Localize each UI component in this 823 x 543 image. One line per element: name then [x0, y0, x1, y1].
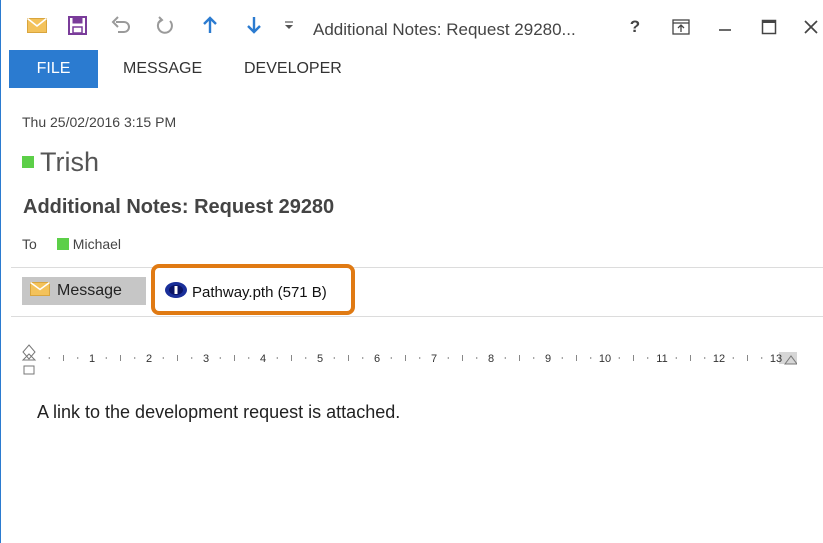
minimize-icon[interactable] [713, 16, 737, 38]
message-body[interactable]: A link to the development request is att… [37, 402, 400, 423]
ruler[interactable]: 1 2 3 4 5 6 7 8 9 10 11 12 13 [21, 344, 798, 378]
envelope-icon[interactable] [25, 14, 49, 36]
divider [11, 316, 823, 317]
to-label: To [22, 236, 37, 252]
file-type-icon [164, 281, 188, 303]
ruler-number: 6 [374, 353, 380, 365]
sender-name[interactable]: Trish [40, 147, 99, 178]
sent-date: Thu 25/02/2016 3:15 PM [22, 114, 177, 130]
presence-status-icon [22, 156, 34, 168]
message-window: Additional Notes: Request 29280... ? FIL… [0, 0, 823, 543]
save-icon[interactable] [65, 14, 89, 36]
tab-file[interactable]: FILE [9, 50, 98, 88]
divider [11, 267, 823, 268]
next-item-icon[interactable] [243, 14, 265, 36]
undo-icon[interactable] [109, 14, 133, 36]
message-tab[interactable]: Message [22, 277, 146, 305]
message-tab-label: Message [57, 282, 122, 299]
ruler-bar [21, 352, 797, 364]
title-bar: Additional Notes: Request 29280... ? [1, 0, 823, 50]
maximize-icon[interactable] [757, 16, 781, 38]
tab-message[interactable]: MESSAGE [123, 60, 202, 78]
tab-developer[interactable]: DEVELOPER [244, 60, 342, 78]
window-title: Additional Notes: Request 29280... [313, 20, 576, 39]
ruler-number: 4 [260, 353, 266, 365]
recipients-row: To Michael [22, 235, 121, 253]
ruler-number: 11 [656, 353, 667, 365]
ruler-number: 5 [317, 353, 323, 365]
close-icon[interactable] [799, 16, 823, 38]
envelope-icon [30, 281, 50, 301]
ruler-number: 7 [431, 353, 437, 365]
ruler-number: 8 [488, 353, 494, 365]
ruler-number: 3 [203, 353, 209, 365]
ruler-number: 1 [89, 353, 95, 365]
ribbon-display-options-icon[interactable] [669, 16, 693, 38]
ruler-number: 2 [146, 353, 152, 365]
customize-toolbar-icon[interactable] [281, 14, 297, 36]
attachment-item[interactable]: Pathway.pth (571 B) [164, 281, 327, 303]
help-button[interactable]: ? [623, 16, 647, 38]
redo-icon[interactable] [153, 14, 177, 36]
ruler-number: 13 [770, 353, 782, 365]
recipient-presence-icon [56, 238, 69, 250]
previous-item-icon[interactable] [199, 14, 221, 36]
attachment-file-label[interactable]: Pathway.pth (571 B) [192, 284, 327, 301]
ruler-number: 12 [713, 353, 725, 365]
recipient-name[interactable]: Michael [73, 236, 121, 252]
ruler-number: 9 [545, 353, 551, 365]
ribbon-tabs: FILE MESSAGE DEVELOPER [1, 50, 823, 88]
left-indent-marker [23, 365, 35, 375]
sender[interactable]: Trish [22, 145, 99, 179]
message-subject: Additional Notes: Request 29280 [23, 196, 335, 218]
ruler-number: 10 [599, 353, 611, 365]
